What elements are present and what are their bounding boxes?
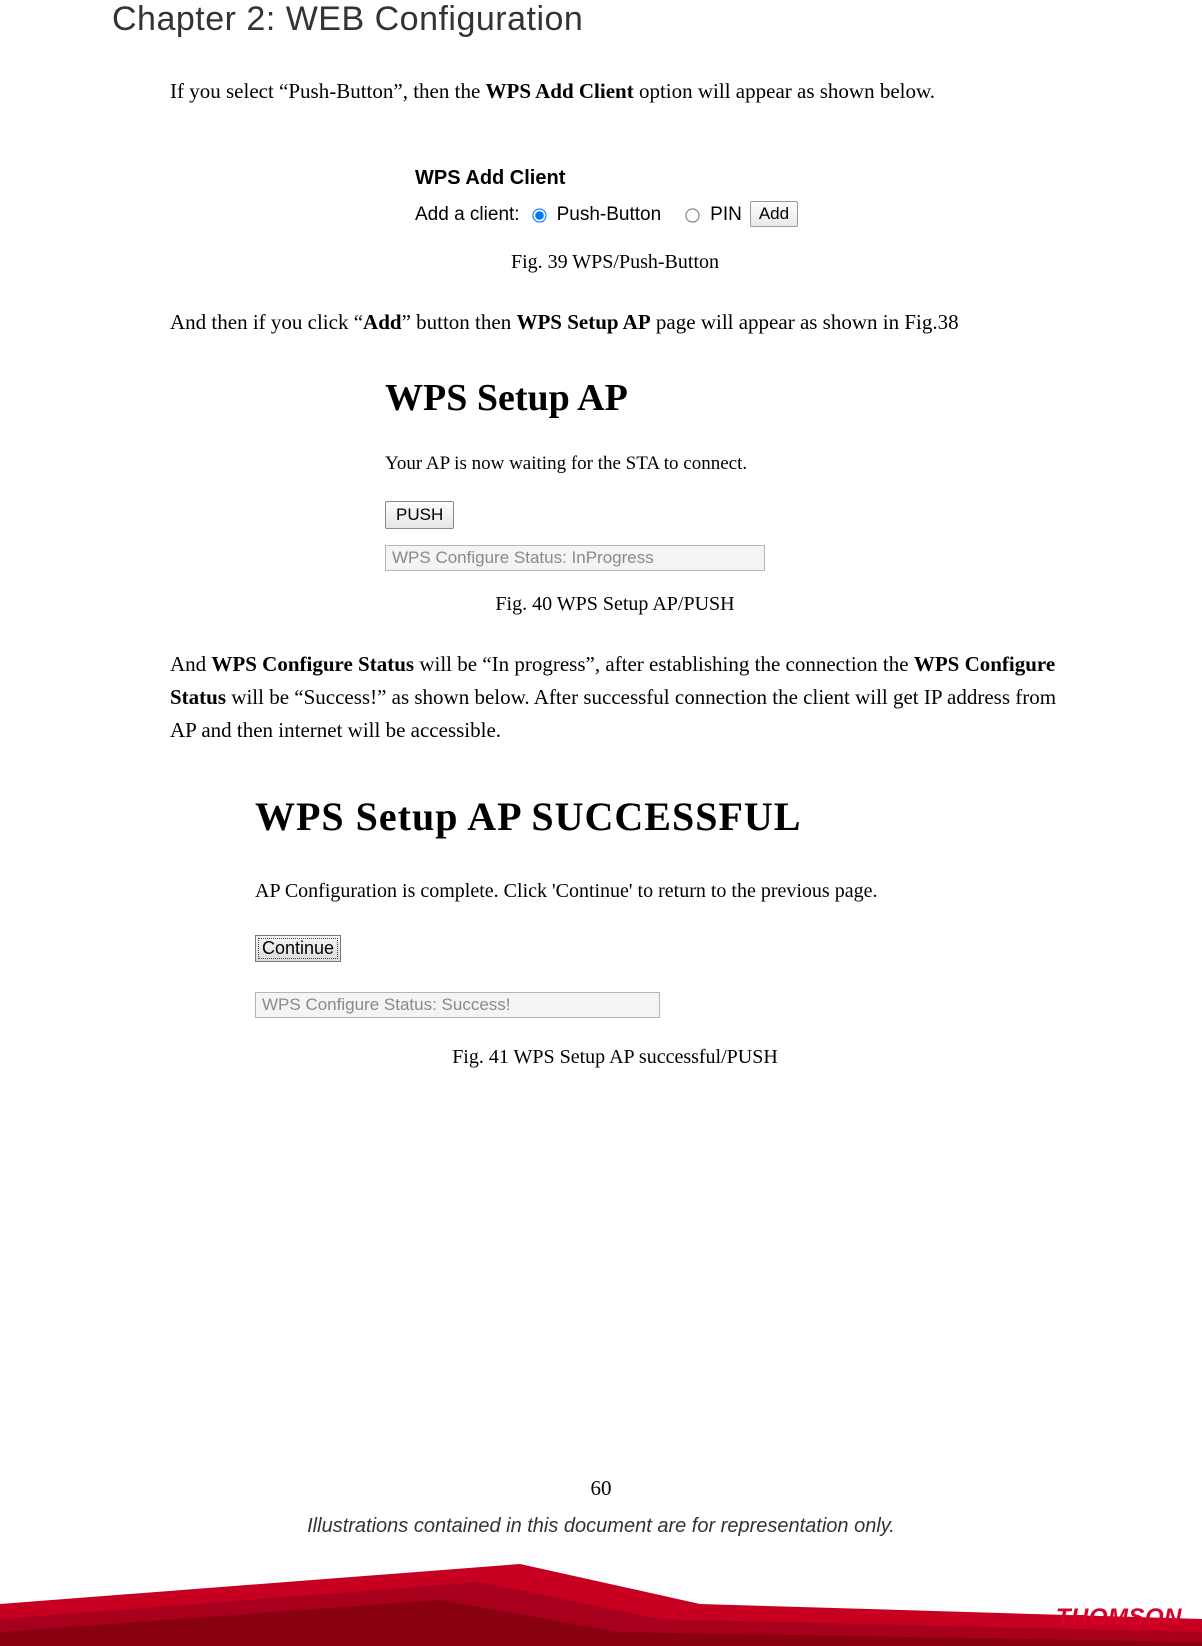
text-bold: Add — [363, 310, 402, 334]
wps-add-client-row: Add a client: Push-Button PIN Add — [415, 200, 815, 229]
wps-success-title: WPS Setup AP SUCCESSFUL — [255, 786, 975, 848]
text-bold: WPS Add Client — [486, 79, 634, 103]
push-button[interactable]: PUSH — [385, 501, 454, 529]
thomson-logo: THOMSON — [1056, 1604, 1182, 1632]
pin-radio[interactable] — [686, 209, 700, 223]
figure-39-caption: Fig. 39 WPS/Push-Button — [170, 247, 1060, 278]
wps-add-client-title: WPS Add Client — [415, 163, 815, 194]
chapter-title: Chapter 2: WEB Configuration — [112, 0, 583, 39]
disclaimer-text: Illustrations contained in this document… — [0, 1515, 1202, 1538]
page-number: 60 — [0, 1476, 1202, 1501]
figure-wps-setup-ap: WPS Setup AP Your AP is now waiting for … — [385, 369, 845, 572]
text: If you select “Push-Button”, then the — [170, 79, 486, 103]
push-button-radio[interactable] — [532, 209, 546, 223]
push-button-option-label: Push-Button — [557, 200, 662, 229]
text-bold: WPS Configure Status — [211, 652, 414, 676]
text: will be “Success!” as shown below. After… — [170, 685, 1056, 742]
figure-wps-add-client: WPS Add Client Add a client: Push-Button… — [415, 163, 815, 229]
text: page will appear as shown in Fig.38 — [651, 310, 959, 334]
figure-40-caption: Fig. 40 WPS Setup AP/PUSH — [170, 589, 1060, 620]
wps-setup-ap-title: WPS Setup AP — [385, 369, 845, 428]
continue-button[interactable]: Continue — [255, 935, 341, 962]
wps-success-subtext: AP Configuration is complete. Click 'Con… — [255, 876, 975, 907]
footer-band — [0, 1564, 1202, 1646]
wps-status-box: WPS Configure Status: InProgress — [385, 545, 765, 571]
text-bold: WPS Setup AP — [516, 310, 650, 334]
paragraph-3: And WPS Configure Status will be “In pro… — [170, 648, 1060, 746]
page: Chapter 2: WEB Configuration If you sele… — [0, 0, 1202, 1646]
add-client-label: Add a client: — [415, 200, 520, 229]
text: will be “In progress”, after establishin… — [414, 652, 914, 676]
text: ” button then — [402, 310, 517, 334]
wps-success-status-box: WPS Configure Status: Success! — [255, 992, 660, 1018]
text: option will appear as shown below. — [634, 79, 935, 103]
paragraph-2: And then if you click “Add” button then … — [170, 306, 1060, 339]
text: And then if you click “ — [170, 310, 363, 334]
add-button[interactable]: Add — [750, 201, 798, 227]
figure-wps-setup-ap-successful: WPS Setup AP SUCCESSFUL AP Configuration… — [255, 786, 975, 1018]
text: And — [170, 652, 211, 676]
wps-setup-ap-subtext: Your AP is now waiting for the STA to co… — [385, 449, 845, 478]
paragraph-1: If you select “Push-Button”, then the WP… — [170, 75, 1060, 108]
pin-option-label: PIN — [710, 200, 742, 229]
content-body: If you select “Push-Button”, then the WP… — [170, 75, 1060, 1101]
figure-41-caption: Fig. 41 WPS Setup AP successful/PUSH — [170, 1042, 1060, 1073]
